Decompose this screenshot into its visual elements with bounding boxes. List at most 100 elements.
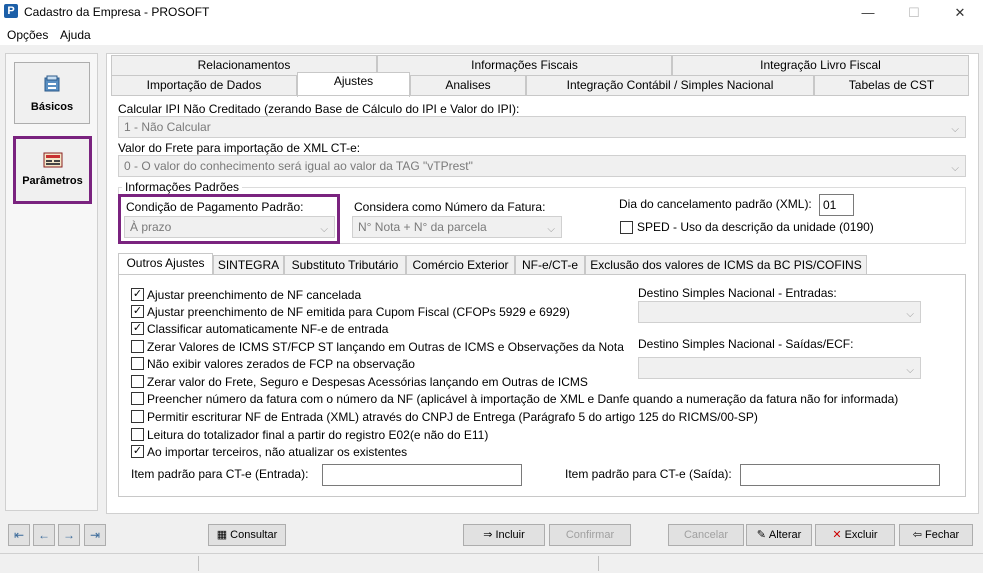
maximize-button[interactable]: ☐: [891, 0, 937, 25]
destino-entradas-select[interactable]: ⌵: [638, 301, 921, 323]
frete-select-value: 0 - O valor do conhecimento será igual a…: [124, 159, 473, 173]
subtab-outros-ajustes[interactable]: Outros Ajustes: [118, 253, 213, 275]
check-row[interactable]: Leitura do totalizador final a partir do…: [131, 426, 488, 443]
tab-tabelas-cst[interactable]: Tabelas de CST: [814, 75, 969, 95]
calculator-icon: ▦: [216, 529, 228, 541]
window-title: Cadastro da Empresa - PROSOFT: [24, 5, 210, 19]
cte-saida-input[interactable]: [740, 464, 940, 486]
check-label: Não exibir valores zerados de FCP na obs…: [147, 356, 415, 371]
sped-checkbox[interactable]: [620, 221, 633, 234]
first-record-button[interactable]: ⇤: [8, 524, 30, 546]
destino-saidas-label: Destino Simples Nacional - Saídas/ECF:: [638, 337, 854, 351]
sidebar-item-basicos[interactable]: Básicos: [14, 62, 90, 124]
destino-saidas-select[interactable]: ⌵: [638, 357, 921, 379]
chevron-down-icon: ⌵: [951, 124, 959, 135]
cond-label: Condição de Pagamento Padrão:: [126, 200, 304, 214]
fatura-select-value: N° Nota + N° da parcela: [358, 220, 487, 234]
frete-label: Valor do Frete para importação de XML CT…: [118, 141, 361, 155]
checkbox[interactable]: [131, 340, 144, 353]
checkbox[interactable]: [131, 357, 144, 370]
check-row[interactable]: Permitir escriturar NF de Entrada (XML) …: [131, 408, 758, 425]
title-bar: P Cadastro da Empresa - PROSOFT — ☐ ✕: [0, 0, 983, 25]
tab-importacao-dados[interactable]: Importação de Dados: [111, 75, 297, 95]
tab-integracao-livro-fiscal[interactable]: Integração Livro Fiscal: [672, 55, 969, 75]
confirmar-button[interactable]: Confirmar: [549, 524, 631, 546]
checkbox[interactable]: ✓: [131, 445, 144, 458]
checkbox[interactable]: ✓: [131, 288, 144, 301]
frete-select[interactable]: 0 - O valor do conhecimento será igual a…: [118, 155, 966, 177]
close-button[interactable]: ✕: [937, 0, 983, 25]
alterar-button[interactable]: ✎ Alterar: [746, 524, 812, 546]
checkbox[interactable]: ✓: [131, 322, 144, 335]
cond-select[interactable]: À prazo ⌵: [124, 216, 335, 238]
fechar-button[interactable]: ⇦ Fechar: [899, 524, 973, 546]
subtab-substituto-tributario[interactable]: Substituto Tributário: [284, 255, 406, 275]
checkbox[interactable]: [131, 410, 144, 423]
sidebar-item-label: Básicos: [30, 101, 74, 113]
excluir-button[interactable]: ✕ Excluir: [815, 524, 895, 546]
exit-icon: ⇦: [912, 529, 922, 541]
prev-record-button[interactable]: ←: [33, 524, 55, 546]
prev-icon: ←: [38, 528, 50, 542]
check-row[interactable]: ✓ Classificar automaticamente NF-e de ent…: [131, 320, 388, 337]
check-row[interactable]: ✓ Ajustar preenchimento de NF cancelada: [131, 286, 361, 303]
cancelar-label: Cancelar: [683, 529, 729, 541]
subtab-exclusao-icms[interactable]: Exclusão dos valores de ICMS da BC PIS/C…: [585, 255, 867, 275]
incluir-button[interactable]: ⇒ Incluir: [463, 524, 545, 546]
fatura-select[interactable]: N° Nota + N° da parcela ⌵: [352, 216, 562, 238]
dia-input[interactable]: 01: [819, 194, 854, 216]
consultar-label: Consultar: [230, 529, 278, 541]
consultar-button[interactable]: ▦ Consultar: [208, 524, 286, 546]
cte-saida-label: Item padrão para CT-e (Saída):: [565, 467, 732, 481]
last-icon: ⇥: [89, 528, 101, 542]
ipi-select-value: 1 - Não Calcular: [124, 120, 211, 134]
check-row[interactable]: Zerar Valores de ICMS ST/FCP ST lançando…: [131, 338, 624, 355]
next-icon: →: [63, 528, 75, 542]
sidebar-item-label: Parâmetros: [22, 175, 83, 187]
check-label: Classificar automaticamente NF-e de entr…: [147, 321, 389, 336]
insert-icon: ⇒: [483, 529, 493, 541]
checkbox[interactable]: [131, 375, 144, 388]
last-record-button[interactable]: ⇥: [84, 524, 106, 546]
tab-ajustes[interactable]: Ajustes: [297, 72, 410, 97]
minimize-button[interactable]: —: [845, 0, 891, 25]
check-label: Ajustar preenchimento de NF emitida para…: [147, 304, 570, 319]
subtab-sintegra[interactable]: SINTEGRA: [213, 255, 284, 275]
sidebar-item-parametros[interactable]: Parâmetros: [13, 136, 92, 204]
tab-analises[interactable]: Analises: [410, 75, 526, 95]
check-row[interactable]: ✓ Ajustar preenchimento de NF emitida par…: [131, 303, 570, 320]
cte-entrada-label: Item padrão para CT-e (Entrada):: [131, 467, 309, 481]
cte-entrada-input[interactable]: [322, 464, 522, 486]
sped-label: SPED - Uso da descrição da unidade (0190…: [637, 220, 874, 234]
cancelar-button[interactable]: Cancelar: [668, 524, 744, 546]
destino-entradas-label: Destino Simples Nacional - Entradas:: [638, 286, 837, 300]
menu-bar: Opções Ajuda: [0, 25, 983, 45]
checkbox[interactable]: [131, 392, 144, 405]
menu-options[interactable]: Opções: [7, 28, 48, 42]
chevron-down-icon: ⌵: [320, 224, 328, 235]
check-row[interactable]: Preencher número da fatura com o número …: [131, 390, 898, 407]
check-row[interactable]: ✓ Ao importar terceiros, não atualizar os…: [131, 443, 407, 460]
menu-help[interactable]: Ajuda: [60, 28, 91, 42]
check-row[interactable]: Não exibir valores zerados de FCP na obs…: [131, 355, 415, 372]
basicos-icon: [44, 75, 60, 92]
status-separator: [598, 556, 599, 571]
edit-icon: ✎: [756, 529, 766, 541]
check-label: Ao importar terceiros, não atualizar os …: [147, 444, 408, 459]
checkbox[interactable]: ✓: [131, 305, 144, 318]
app-icon: P: [4, 4, 18, 18]
tab-divider: [111, 95, 969, 96]
next-record-button[interactable]: →: [58, 524, 80, 546]
check-row[interactable]: Zerar valor do Frete, Seguro e Despesas …: [131, 373, 588, 390]
check-label: Preencher número da fatura com o número …: [147, 391, 899, 406]
status-bar: [0, 553, 983, 573]
tab-informacoes-fiscais[interactable]: Informações Fiscais: [377, 55, 672, 75]
incluir-label: Incluir: [495, 529, 525, 541]
ipi-select[interactable]: 1 - Não Calcular ⌵: [118, 116, 966, 138]
subtab-comercio-exterior[interactable]: Comércio Exterior: [406, 255, 515, 275]
checkbox[interactable]: [131, 428, 144, 441]
subtab-nfe-cte[interactable]: NF-e/CT-e: [515, 255, 585, 275]
alterar-label: Alterar: [768, 529, 802, 541]
tab-integracao-contabil[interactable]: Integração Contábil / Simples Nacional: [526, 75, 814, 95]
chevron-down-icon: ⌵: [547, 224, 555, 235]
